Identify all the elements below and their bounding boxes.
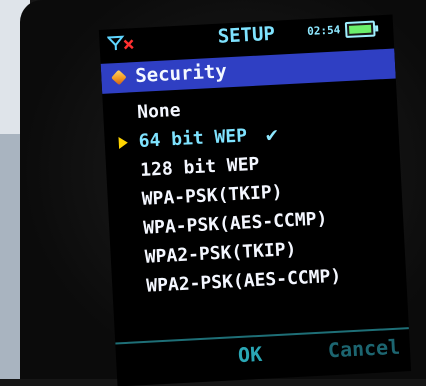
menu-item-label: WPA2-PSK(TKIP)	[144, 239, 297, 268]
cancel-softkey[interactable]: Cancel	[327, 335, 400, 363]
cube-icon	[111, 70, 127, 86]
selection-pointer-icon	[118, 137, 128, 149]
menu-item-label: 128 bit WEP	[140, 154, 260, 181]
checkmark-icon: ✔	[265, 120, 279, 150]
section-title: Security	[135, 60, 228, 87]
battery-icon	[345, 20, 376, 38]
clock: 02:54	[307, 23, 341, 38]
device-body: SETUP 02:54 Security None 64 bit WEP ✔ 1…	[20, 0, 426, 379]
menu-item-label: 64 bit WEP	[138, 125, 247, 152]
device-screen: SETUP 02:54 Security None 64 bit WEP ✔ 1…	[99, 15, 411, 386]
menu-item-label: None	[137, 100, 181, 123]
menu-item-label: WPA2-PSK(AES-CCMP)	[146, 266, 342, 297]
menu-item-label: WPA-PSK(TKIP)	[141, 182, 283, 210]
ok-softkey[interactable]: OK	[237, 342, 262, 367]
security-options-list: None 64 bit WEP ✔ 128 bit WEP WPA-PSK(TK…	[103, 84, 407, 302]
status-bar: SETUP 02:54	[99, 15, 394, 56]
